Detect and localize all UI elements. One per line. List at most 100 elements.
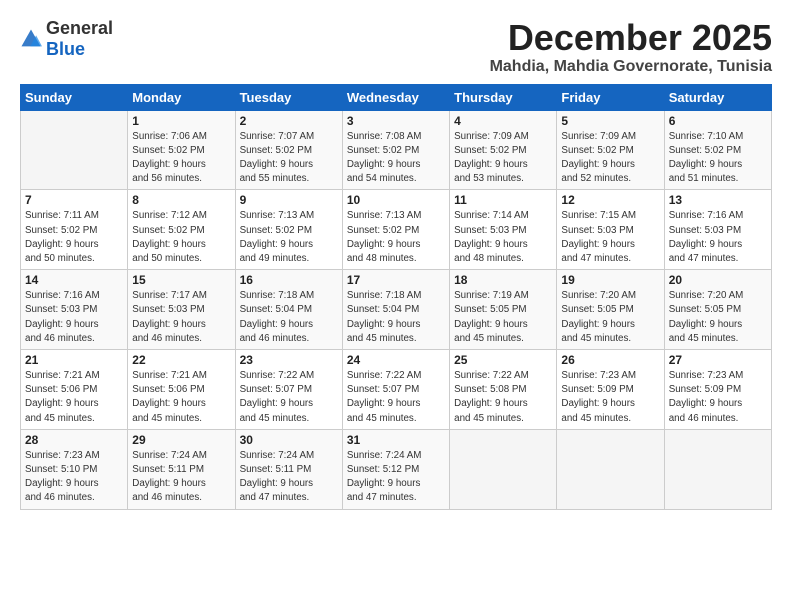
- calendar-header-wednesday: Wednesday: [342, 84, 449, 110]
- day-number: 1: [132, 114, 230, 128]
- day-info: Sunrise: 7:20 AMSunset: 5:05 PMDaylight:…: [669, 289, 767, 346]
- day-info: Sunrise: 7:15 AMSunset: 5:03 PMDaylight:…: [561, 209, 659, 266]
- calendar-header-row: SundayMondayTuesdayWednesdayThursdayFrid…: [21, 84, 772, 110]
- calendar-cell: 13 Sunrise: 7:16 AMSunset: 5:03 PMDayligh…: [664, 190, 771, 270]
- day-info: Sunrise: 7:08 AMSunset: 5:02 PMDaylight:…: [347, 130, 445, 187]
- calendar-cell: [557, 429, 664, 509]
- calendar-cell: 20 Sunrise: 7:20 AMSunset: 5:05 PMDayligh…: [664, 270, 771, 350]
- logo-blue: Blue: [46, 39, 85, 59]
- day-number: 20: [669, 273, 767, 287]
- day-info: Sunrise: 7:24 AMSunset: 5:12 PMDaylight:…: [347, 449, 445, 506]
- calendar-cell: 22 Sunrise: 7:21 AMSunset: 5:06 PMDayligh…: [128, 350, 235, 430]
- day-number: 23: [240, 353, 338, 367]
- day-number: 5: [561, 114, 659, 128]
- day-info: Sunrise: 7:18 AMSunset: 5:04 PMDaylight:…: [347, 289, 445, 346]
- calendar-header-monday: Monday: [128, 84, 235, 110]
- day-number: 8: [132, 193, 230, 207]
- day-number: 7: [25, 193, 123, 207]
- calendar-week-3: 14 Sunrise: 7:16 AMSunset: 5:03 PMDayligh…: [21, 270, 772, 350]
- calendar-cell: 18 Sunrise: 7:19 AMSunset: 5:05 PMDayligh…: [450, 270, 557, 350]
- calendar-cell: [21, 110, 128, 190]
- day-number: 18: [454, 273, 552, 287]
- day-info: Sunrise: 7:19 AMSunset: 5:05 PMDaylight:…: [454, 289, 552, 346]
- day-number: 10: [347, 193, 445, 207]
- day-number: 6: [669, 114, 767, 128]
- logo-general: General: [46, 18, 113, 38]
- calendar-header-saturday: Saturday: [664, 84, 771, 110]
- calendar-cell: 7 Sunrise: 7:11 AMSunset: 5:02 PMDaylight…: [21, 190, 128, 270]
- day-info: Sunrise: 7:22 AMSunset: 5:08 PMDaylight:…: [454, 369, 552, 426]
- day-number: 22: [132, 353, 230, 367]
- day-info: Sunrise: 7:13 AMSunset: 5:02 PMDaylight:…: [240, 209, 338, 266]
- logo: General Blue: [20, 18, 113, 60]
- calendar-cell: 31 Sunrise: 7:24 AMSunset: 5:12 PMDayligh…: [342, 429, 449, 509]
- day-info: Sunrise: 7:23 AMSunset: 5:09 PMDaylight:…: [669, 369, 767, 426]
- calendar-cell: 4 Sunrise: 7:09 AMSunset: 5:02 PMDaylight…: [450, 110, 557, 190]
- calendar-cell: 30 Sunrise: 7:24 AMSunset: 5:11 PMDayligh…: [235, 429, 342, 509]
- day-info: Sunrise: 7:23 AMSunset: 5:09 PMDaylight:…: [561, 369, 659, 426]
- day-number: 30: [240, 433, 338, 447]
- day-info: Sunrise: 7:11 AMSunset: 5:02 PMDaylight:…: [25, 209, 123, 266]
- day-info: Sunrise: 7:06 AMSunset: 5:02 PMDaylight:…: [132, 130, 230, 187]
- day-info: Sunrise: 7:14 AMSunset: 5:03 PMDaylight:…: [454, 209, 552, 266]
- calendar-table: SundayMondayTuesdayWednesdayThursdayFrid…: [20, 84, 772, 510]
- day-number: 24: [347, 353, 445, 367]
- day-info: Sunrise: 7:23 AMSunset: 5:10 PMDaylight:…: [25, 449, 123, 506]
- day-info: Sunrise: 7:07 AMSunset: 5:02 PMDaylight:…: [240, 130, 338, 187]
- calendar-cell: 17 Sunrise: 7:18 AMSunset: 5:04 PMDayligh…: [342, 270, 449, 350]
- calendar-header-thursday: Thursday: [450, 84, 557, 110]
- day-number: 31: [347, 433, 445, 447]
- calendar-cell: 21 Sunrise: 7:21 AMSunset: 5:06 PMDayligh…: [21, 350, 128, 430]
- calendar-cell: 14 Sunrise: 7:16 AMSunset: 5:03 PMDayligh…: [21, 270, 128, 350]
- calendar-cell: 24 Sunrise: 7:22 AMSunset: 5:07 PMDayligh…: [342, 350, 449, 430]
- day-number: 25: [454, 353, 552, 367]
- calendar-header-sunday: Sunday: [21, 84, 128, 110]
- calendar-cell: 29Sunrise: 7:24 AMSunset: 5:11 PMDayligh…: [128, 429, 235, 509]
- calendar-cell: 3 Sunrise: 7:08 AMSunset: 5:02 PMDaylight…: [342, 110, 449, 190]
- day-info: Sunrise: 7:16 AMSunset: 5:03 PMDaylight:…: [25, 289, 123, 346]
- day-number: 3: [347, 114, 445, 128]
- calendar-cell: 2Sunrise: 7:07 AMSunset: 5:02 PMDaylight…: [235, 110, 342, 190]
- day-number: 17: [347, 273, 445, 287]
- calendar-cell: 27 Sunrise: 7:23 AMSunset: 5:09 PMDayligh…: [664, 350, 771, 430]
- calendar-week-5: 28 Sunrise: 7:23 AMSunset: 5:10 PMDayligh…: [21, 429, 772, 509]
- subtitle: Mahdia, Mahdia Governorate, Tunisia: [490, 58, 772, 76]
- calendar-cell: 25 Sunrise: 7:22 AMSunset: 5:08 PMDayligh…: [450, 350, 557, 430]
- day-info: Sunrise: 7:24 AMSunset: 5:11 PMDaylight:…: [132, 449, 230, 506]
- day-info: Sunrise: 7:22 AMSunset: 5:07 PMDaylight:…: [347, 369, 445, 426]
- calendar-cell: 8 Sunrise: 7:12 AMSunset: 5:02 PMDaylight…: [128, 190, 235, 270]
- day-number: 14: [25, 273, 123, 287]
- day-info: Sunrise: 7:24 AMSunset: 5:11 PMDaylight:…: [240, 449, 338, 506]
- calendar-week-2: 7 Sunrise: 7:11 AMSunset: 5:02 PMDaylight…: [21, 190, 772, 270]
- calendar-cell: 15Sunrise: 7:17 AMSunset: 5:03 PMDayligh…: [128, 270, 235, 350]
- day-number: 9: [240, 193, 338, 207]
- calendar-cell: 5Sunrise: 7:09 AMSunset: 5:02 PMDaylight…: [557, 110, 664, 190]
- day-info: Sunrise: 7:16 AMSunset: 5:03 PMDaylight:…: [669, 209, 767, 266]
- day-number: 21: [25, 353, 123, 367]
- day-info: Sunrise: 7:18 AMSunset: 5:04 PMDaylight:…: [240, 289, 338, 346]
- calendar-week-1: 1 Sunrise: 7:06 AMSunset: 5:02 PMDaylight…: [21, 110, 772, 190]
- logo-icon: [20, 28, 42, 50]
- calendar-cell: 28 Sunrise: 7:23 AMSunset: 5:10 PMDayligh…: [21, 429, 128, 509]
- calendar-cell: 11 Sunrise: 7:14 AMSunset: 5:03 PMDayligh…: [450, 190, 557, 270]
- day-info: Sunrise: 7:13 AMSunset: 5:02 PMDaylight:…: [347, 209, 445, 266]
- day-number: 28: [25, 433, 123, 447]
- day-info: Sunrise: 7:09 AMSunset: 5:02 PMDaylight:…: [454, 130, 552, 187]
- day-number: 27: [669, 353, 767, 367]
- calendar-cell: 10 Sunrise: 7:13 AMSunset: 5:02 PMDayligh…: [342, 190, 449, 270]
- day-number: 13: [669, 193, 767, 207]
- day-info: Sunrise: 7:21 AMSunset: 5:06 PMDaylight:…: [132, 369, 230, 426]
- day-info: Sunrise: 7:12 AMSunset: 5:02 PMDaylight:…: [132, 209, 230, 266]
- title-area: December 2025 Mahdia, Mahdia Governorate…: [490, 18, 772, 76]
- calendar-cell: 1 Sunrise: 7:06 AMSunset: 5:02 PMDaylight…: [128, 110, 235, 190]
- calendar-header-friday: Friday: [557, 84, 664, 110]
- day-number: 4: [454, 114, 552, 128]
- day-number: 19: [561, 273, 659, 287]
- day-info: Sunrise: 7:20 AMSunset: 5:05 PMDaylight:…: [561, 289, 659, 346]
- calendar-cell: 26Sunrise: 7:23 AMSunset: 5:09 PMDayligh…: [557, 350, 664, 430]
- day-info: Sunrise: 7:10 AMSunset: 5:02 PMDaylight:…: [669, 130, 767, 187]
- day-info: Sunrise: 7:21 AMSunset: 5:06 PMDaylight:…: [25, 369, 123, 426]
- calendar-cell: 16Sunrise: 7:18 AMSunset: 5:04 PMDayligh…: [235, 270, 342, 350]
- day-number: 11: [454, 193, 552, 207]
- calendar-cell: [450, 429, 557, 509]
